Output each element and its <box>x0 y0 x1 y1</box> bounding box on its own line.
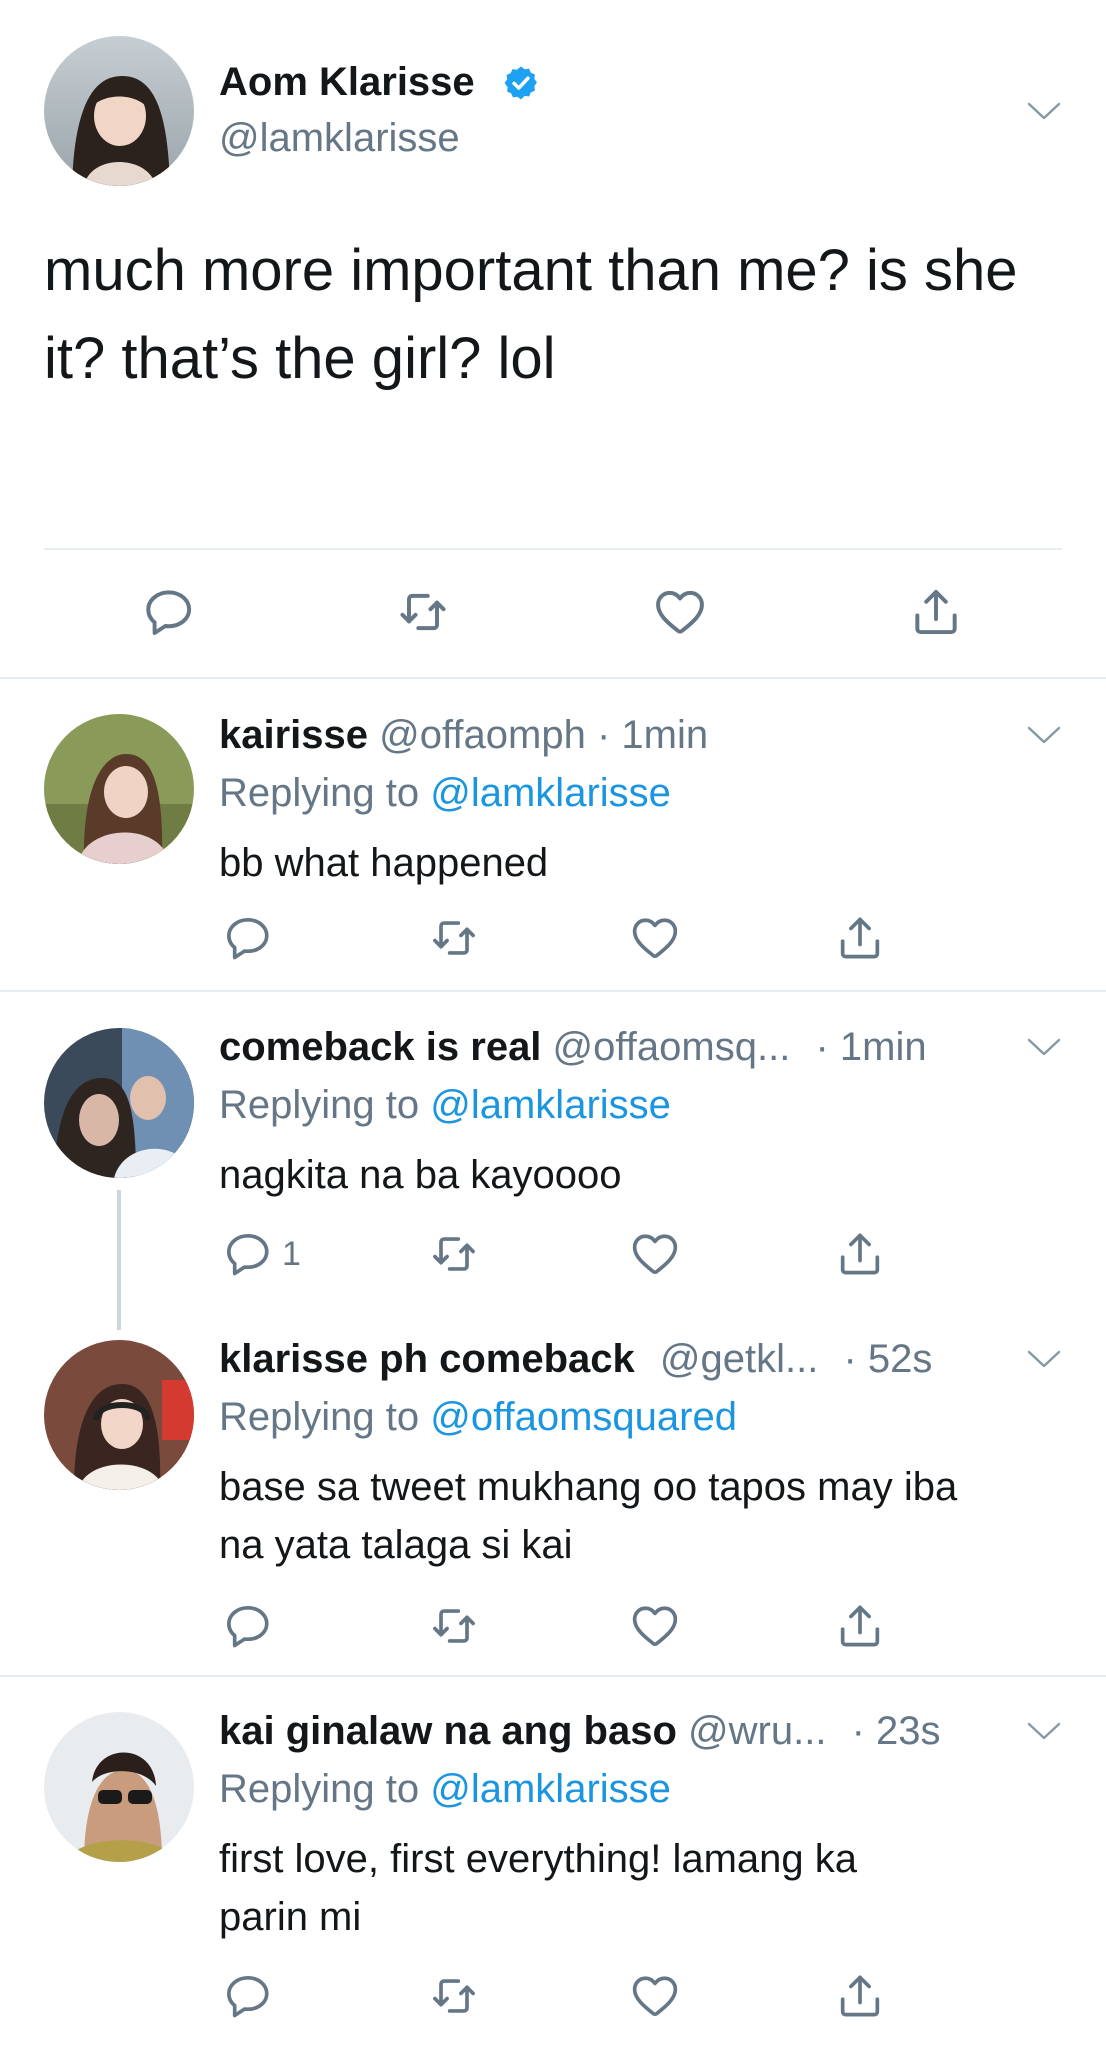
reply-text-line-1: first love, first everything! lamang ka <box>219 1837 858 1881</box>
reply-count: 1 <box>282 1235 301 1273</box>
reply-text-line-1: base sa tweet mukhang oo tapos may iba <box>219 1465 958 1509</box>
heart-icon[interactable] <box>627 910 683 966</box>
thread-connector-line <box>117 1190 121 1330</box>
main-tweet-text-line-1: much more important than me? is she <box>44 238 1018 303</box>
reply-avatar[interactable] <box>44 1028 194 1178</box>
share-icon[interactable] <box>832 1968 888 2024</box>
reply-icon[interactable] <box>221 1968 277 2024</box>
reply-author-handle[interactable]: @offaomph <box>379 713 586 757</box>
retweet-icon[interactable] <box>395 584 451 640</box>
main-author-avatar[interactable] <box>44 36 194 186</box>
heart-icon[interactable] <box>627 1598 683 1654</box>
retweet-icon[interactable] <box>426 1226 482 1282</box>
replying-to-label: Replying to <box>219 771 420 815</box>
reply-timestamp[interactable]: · 1min <box>597 713 708 757</box>
section-divider <box>0 677 1106 679</box>
chevron-down-icon[interactable] <box>1026 1348 1062 1370</box>
reply-text-line-1: bb what happened <box>219 841 549 885</box>
reply-author-handle[interactable]: @getkl... <box>660 1337 818 1381</box>
chevron-down-icon[interactable] <box>1026 1036 1062 1058</box>
reply-timestamp[interactable]: · 1min <box>815 1025 926 1069</box>
share-icon[interactable] <box>908 584 964 640</box>
retweet-icon[interactable] <box>426 1968 482 2024</box>
reply-author-name[interactable]: comeback is real <box>219 1025 541 1069</box>
reply-text-line-2: parin mi <box>219 1895 362 1939</box>
reply-author-handle[interactable]: @wru... <box>688 1709 826 1753</box>
main-author-name[interactable]: Aom Klarisse <box>219 58 475 106</box>
verified-badge-icon <box>502 64 540 102</box>
replying-to-link[interactable]: @offaomsquared <box>430 1395 737 1439</box>
reply-author-name[interactable]: klarisse ph comeback <box>219 1337 635 1381</box>
main-tweet-text-line-2: it? that’s the girl? lol <box>44 326 556 391</box>
replying-to-label: Replying to <box>219 1767 420 1811</box>
chevron-down-icon[interactable] <box>1026 724 1062 746</box>
replying-to: Replying to @lamklarisse <box>219 1764 671 1814</box>
reply-icon[interactable] <box>221 910 277 966</box>
main-tweet-divider <box>44 548 1062 550</box>
replying-to-label: Replying to <box>219 1083 420 1127</box>
replying-to: Replying to @offaomsquared <box>219 1392 737 1442</box>
replying-to-link[interactable]: @lamklarisse <box>430 771 671 815</box>
reply-text-line-2: na yata talaga si kai <box>219 1523 573 1567</box>
reply-header: comeback is real @offaomsq... · 1min <box>219 1022 927 1072</box>
section-divider <box>0 1675 1106 1677</box>
reply-header: klarisse ph comeback @getkl... · 52s <box>219 1334 932 1384</box>
reply-author-handle[interactable]: @offaomsq... <box>553 1025 791 1069</box>
reply-icon[interactable] <box>221 1598 277 1654</box>
section-divider <box>0 990 1106 992</box>
reply-timestamp[interactable]: · 23s <box>852 1709 941 1753</box>
replying-to: Replying to @lamklarisse <box>219 768 671 818</box>
reply-avatar[interactable] <box>44 714 194 864</box>
heart-icon[interactable] <box>627 1226 683 1282</box>
reply-header: kai ginalaw na ang baso @wru... · 23s <box>219 1706 941 1756</box>
chevron-down-icon[interactable] <box>1026 100 1062 122</box>
replying-to-link[interactable]: @lamklarisse <box>430 1083 671 1127</box>
share-icon[interactable] <box>832 1226 888 1282</box>
reply-text-line-1: nagkita na ba kayoooo <box>219 1153 622 1197</box>
reply-icon[interactable] <box>142 584 198 640</box>
retweet-icon[interactable] <box>426 1598 482 1654</box>
reply-avatar[interactable] <box>44 1712 194 1862</box>
reply-author-name[interactable]: kairisse <box>219 713 368 757</box>
reply-timestamp[interactable]: · 52s <box>843 1337 932 1381</box>
replying-to-label: Replying to <box>219 1395 420 1439</box>
retweet-icon[interactable] <box>426 910 482 966</box>
reply-avatar[interactable] <box>44 1340 194 1490</box>
reply-icon[interactable] <box>221 1226 277 1282</box>
heart-icon[interactable] <box>652 584 708 640</box>
heart-icon[interactable] <box>627 1968 683 2024</box>
main-author-handle[interactable]: @lamklarisse <box>219 114 460 162</box>
share-icon[interactable] <box>832 910 888 966</box>
reply-author-name[interactable]: kai ginalaw na ang baso <box>219 1709 677 1753</box>
chevron-down-icon[interactable] <box>1026 1720 1062 1742</box>
share-icon[interactable] <box>832 1598 888 1654</box>
reply-header: kairisse @offaomph · 1min <box>219 710 708 760</box>
replying-to-link[interactable]: @lamklarisse <box>430 1767 671 1811</box>
replying-to: Replying to @lamklarisse <box>219 1080 671 1130</box>
